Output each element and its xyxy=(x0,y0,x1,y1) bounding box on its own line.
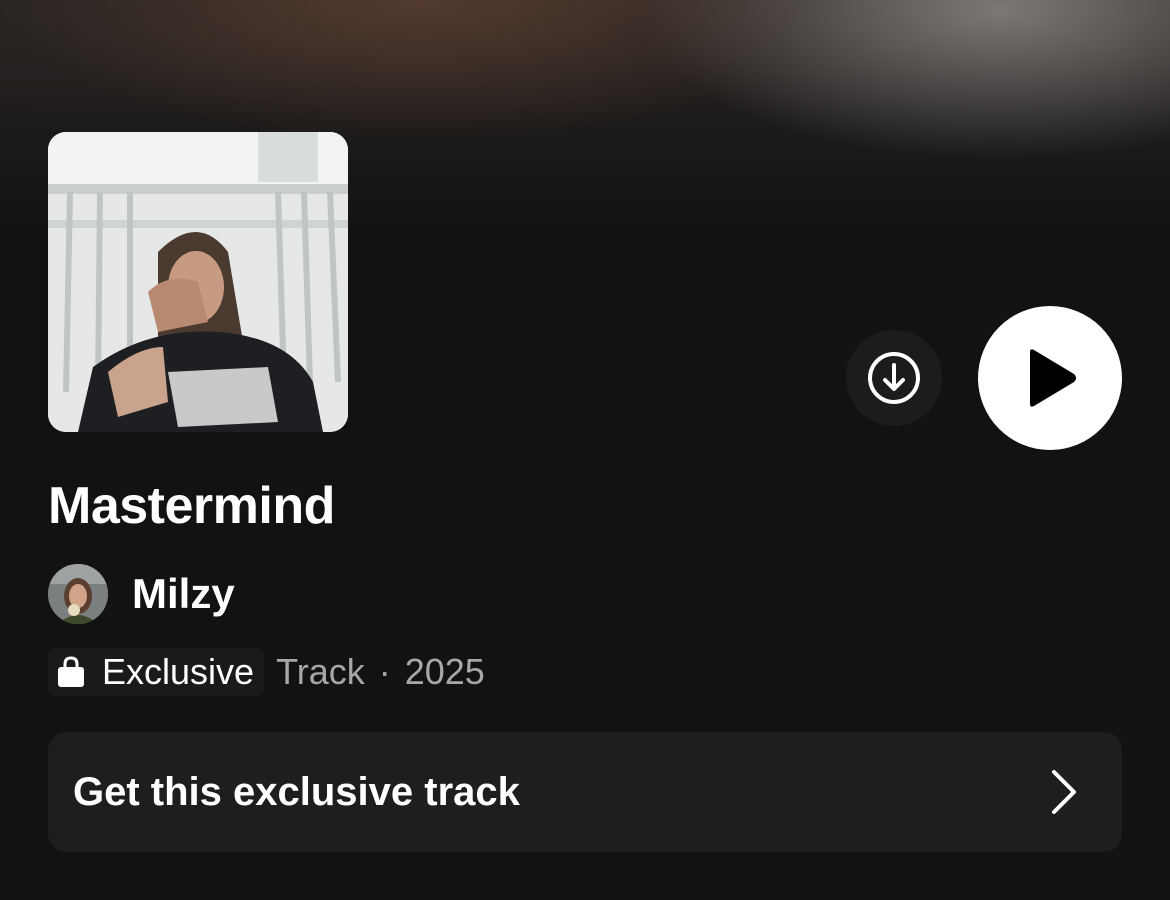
shopping-bag-icon xyxy=(58,656,84,687)
download-button[interactable] xyxy=(846,330,942,426)
chevron-right-icon xyxy=(1052,770,1076,814)
badge-label: Exclusive xyxy=(102,651,255,692)
track-meta: Exclusive Track · 2025 xyxy=(48,648,485,696)
exclusive-badge: Exclusive xyxy=(48,648,265,696)
track-artwork xyxy=(48,132,348,432)
meta-separator: · xyxy=(378,651,391,692)
play-button[interactable] xyxy=(978,306,1122,450)
download-circle-icon xyxy=(868,352,920,404)
artist-name: Milzy xyxy=(132,570,235,617)
track-title: Mastermind xyxy=(48,477,335,535)
play-icon xyxy=(1030,349,1076,407)
get-exclusive-track-button[interactable]: Get this exclusive track xyxy=(48,732,1122,852)
track-type: Track xyxy=(276,651,365,692)
release-year: 2025 xyxy=(404,651,485,692)
avatar xyxy=(48,564,108,624)
artist-link[interactable]: Milzy xyxy=(48,564,235,624)
cta-label: Get this exclusive track xyxy=(73,769,520,814)
